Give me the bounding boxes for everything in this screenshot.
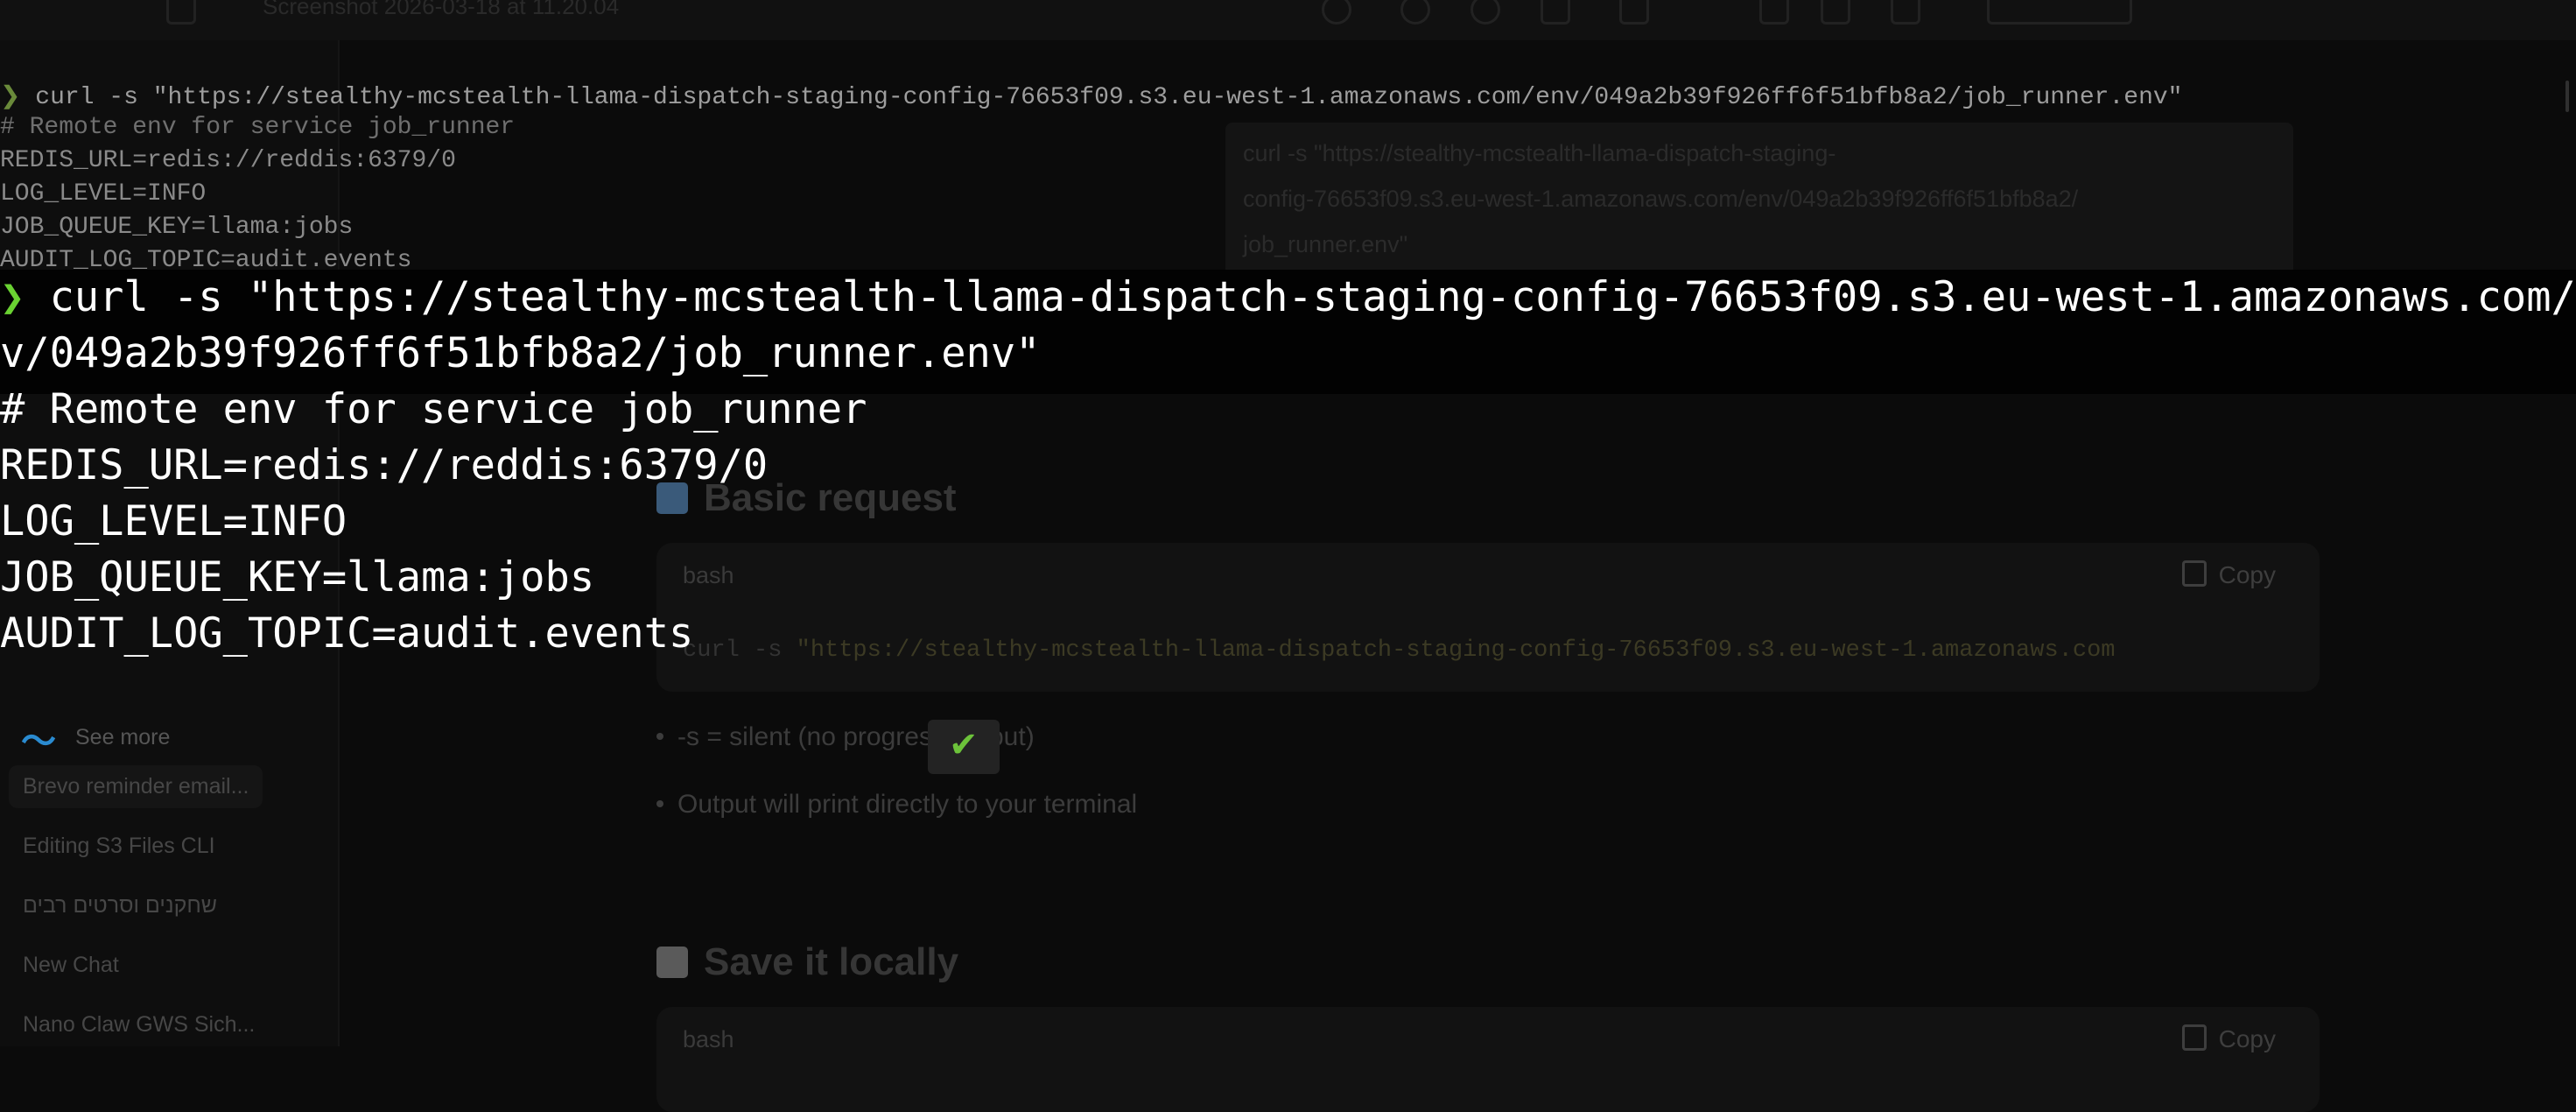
check-badge: ✔ <box>928 720 1000 774</box>
terminal-output-line: # Remote env for service job_runner <box>0 114 516 141</box>
section-heading-text: Save it locally <box>704 940 959 983</box>
chat-item[interactable]: Brevo reminder email... <box>9 765 263 808</box>
terminal-output-line: JOB_QUEUE_KEY=llama:jobs <box>0 553 595 602</box>
window-titlebar: Screenshot 2026-03-18 at 11.20.04 <box>0 0 2576 40</box>
terminal-output-line: REDIS_URL=redis://reddis:6379/0 <box>0 441 769 489</box>
terminal-output-line: AUDIT_LOG_TOPIC=audit.events <box>0 609 694 658</box>
window-title: Screenshot 2026-03-18 at 11.20.04 <box>263 0 620 19</box>
code-block: bash Copy <box>656 1007 2320 1112</box>
prompt-arrow-icon: ❯ <box>0 273 25 321</box>
scrollbar[interactable] <box>2565 81 2569 112</box>
copy-icon <box>2181 1024 2207 1051</box>
see-more-label: See more <box>75 725 171 750</box>
search-field[interactable] <box>1987 0 2132 25</box>
wave-icon: 〜 <box>21 722 56 761</box>
document-icon <box>656 947 688 978</box>
chat-item[interactable]: Nano Claw GWS Sich... <box>23 1012 255 1038</box>
terminal-output-line: # Remote env for service job_runner <box>0 385 867 433</box>
terminal-command-line: ❯ curl -s "https://stealthy-mcstealth-ll… <box>0 270 2576 326</box>
zoom-out-icon[interactable] <box>1470 0 1500 25</box>
markup-icon[interactable] <box>1821 0 1850 25</box>
list-item: Output will print directly to your termi… <box>656 790 1137 820</box>
terminal-command-line: ❯ curl -s "https://stealthy-mcstealth-ll… <box>0 81 2182 111</box>
code-language-label: bash <box>683 1026 734 1052</box>
terminal-command: curl -s "https://stealthy-mcstealth-llam… <box>49 273 2576 321</box>
window-icon[interactable] <box>1759 0 1789 25</box>
rotate-icon[interactable] <box>1619 0 1649 25</box>
info-icon[interactable] <box>1322 0 1351 25</box>
terminal-output-line: JOB_QUEUE_KEY=llama:jobs <box>0 214 354 241</box>
terminal-output-small: ❯ curl -s "https://stealthy-mcstealth-ll… <box>0 81 2576 282</box>
list-item-text: Output will print directly to your termi… <box>677 790 1138 819</box>
sidebar-toggle-icon[interactable] <box>166 0 196 25</box>
prompt-arrow-icon: ❯ <box>0 84 21 111</box>
terminal-output-line: LOG_LEVEL=INFO <box>0 180 207 208</box>
chat-item[interactable]: Editing S3 Files CLI <box>23 834 215 859</box>
terminal-output-large: ❯ curl -s "https://stealthy-mcstealth-ll… <box>0 270 2576 672</box>
crop-icon[interactable] <box>1891 0 1920 25</box>
terminal-output-line: REDIS_URL=redis://reddis:6379/0 <box>0 147 456 174</box>
terminal-command-wrap: v/049a2b39f926ff6f51bfb8a2/job_runner.en… <box>0 329 1041 377</box>
zoom-in-icon[interactable] <box>1400 0 1430 25</box>
terminal-command: curl -s "https://stealthy-mcstealth-llam… <box>35 84 2183 111</box>
copy-label: Copy <box>2218 1025 2276 1052</box>
copy-button[interactable]: Copy <box>2181 1024 2276 1053</box>
share-icon[interactable] <box>1541 0 1570 25</box>
terminal-output-line: LOG_LEVEL=INFO <box>0 497 347 545</box>
chat-item[interactable]: שחקנים וסרטים רבים <box>23 893 217 918</box>
chat-item[interactable]: New Chat <box>23 953 119 978</box>
check-icon: ✔ <box>949 726 979 764</box>
section-heading: Save it locally <box>656 940 958 984</box>
